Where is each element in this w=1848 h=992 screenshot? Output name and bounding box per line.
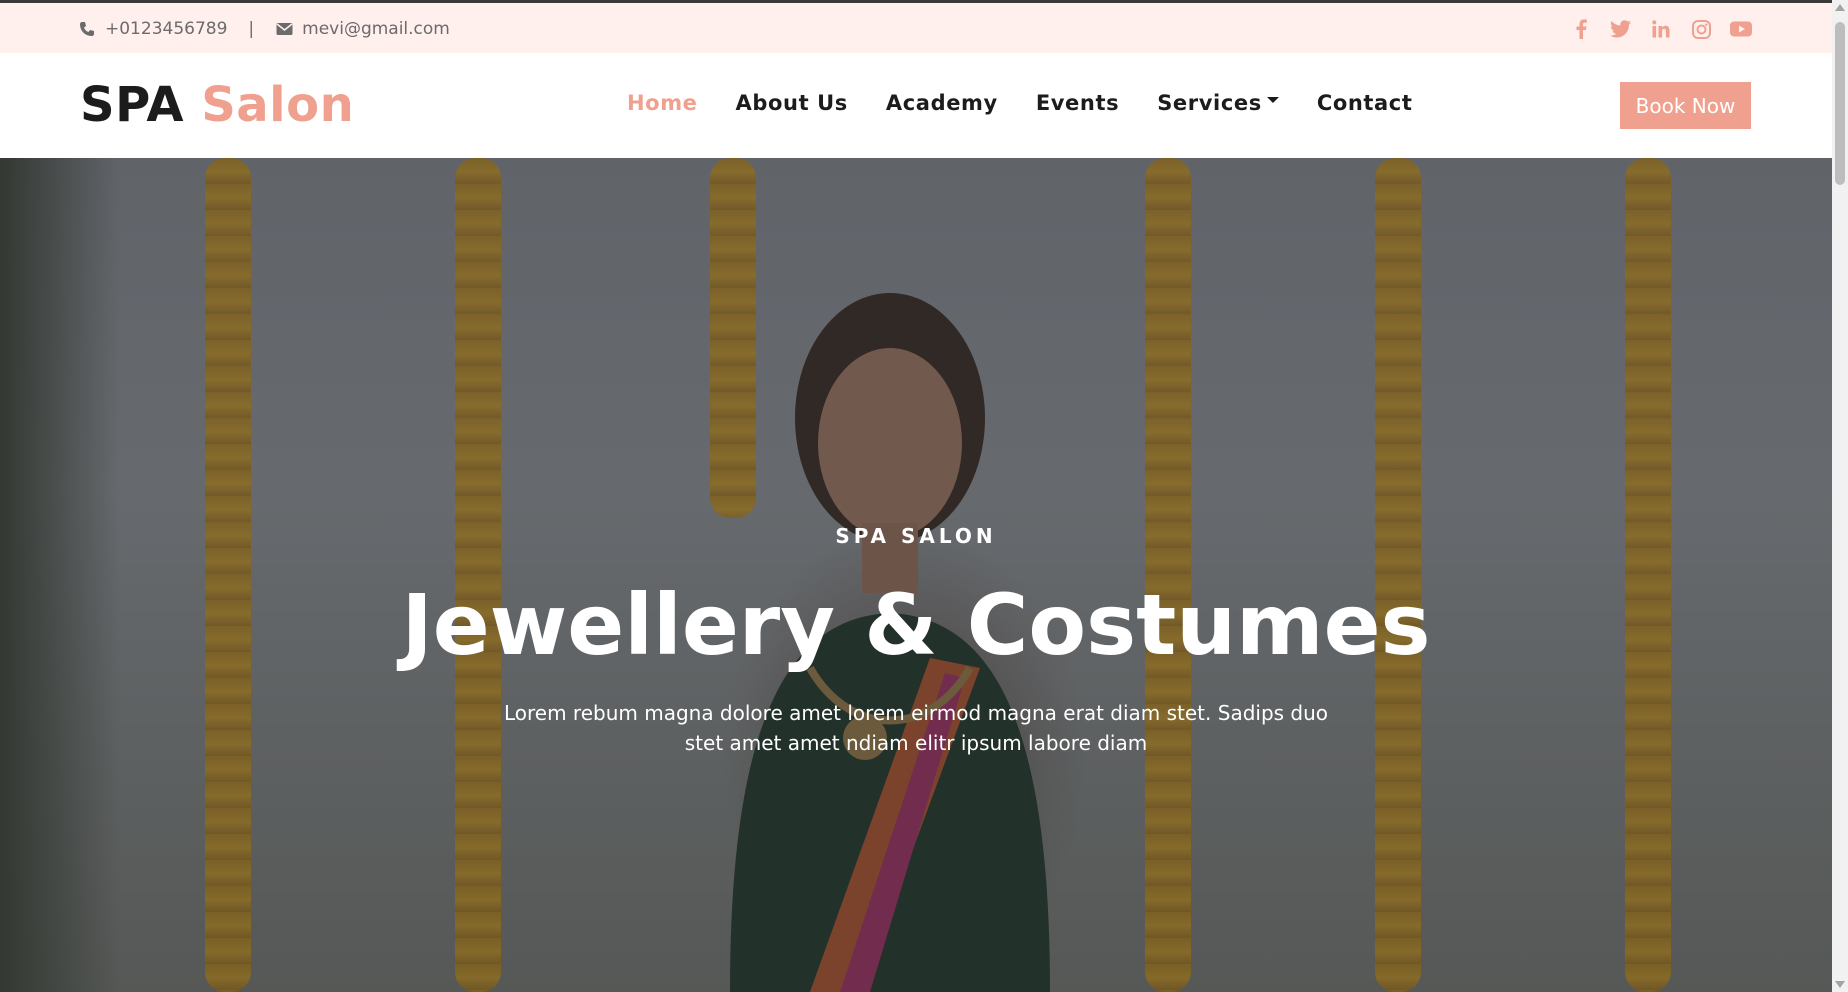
contact-info: +0123456789 | mevi@gmail.com [78, 19, 450, 39]
email-address[interactable]: mevi@gmail.com [302, 19, 450, 39]
twitter-icon[interactable] [1610, 18, 1632, 40]
nav-item-home[interactable]: Home [627, 91, 698, 115]
scrollbar-thumb[interactable] [1835, 22, 1845, 185]
hero-headline: Jewellery & Costumes [401, 576, 1431, 674]
brand-salon: Salon [201, 77, 355, 133]
hero-eyebrow: SPA SALON [835, 524, 997, 548]
brand-logo[interactable]: SPA Salon [80, 77, 354, 133]
nav-item-academy[interactable]: Academy [886, 91, 998, 115]
caret-down-icon [1266, 97, 1279, 103]
nav-item-services-label: Services [1157, 91, 1262, 115]
main-nav: Home About Us Academy Events Services Co… [627, 91, 1451, 115]
hero-content: SPA SALON Jewellery & Costumes Lorem reb… [0, 158, 1832, 992]
vertical-scrollbar[interactable] [1832, 0, 1848, 992]
youtube-icon[interactable] [1730, 18, 1752, 40]
contact-separator: | [248, 19, 255, 39]
phone-number[interactable]: +0123456789 [105, 19, 227, 39]
hero-banner: SPA SALON Jewellery & Costumes Lorem reb… [0, 158, 1832, 992]
nav-item-services[interactable]: Services [1157, 91, 1279, 115]
hero-subtitle: Lorem rebum magna dolore amet lorem eirm… [503, 701, 1329, 755]
book-now-button[interactable]: Book Now [1620, 82, 1751, 129]
page: +0123456789 | mevi@gmail.com SPA Salon H… [0, 0, 1832, 992]
top-bar: +0123456789 | mevi@gmail.com [0, 0, 1832, 53]
nav-item-events[interactable]: Events [1036, 91, 1119, 115]
phone-icon [78, 20, 96, 38]
social-links [1570, 18, 1752, 40]
envelope-icon [275, 20, 293, 38]
brand-spa: SPA [80, 77, 184, 133]
scroll-up-arrow-icon[interactable] [1835, 4, 1845, 11]
facebook-icon[interactable] [1570, 18, 1592, 40]
nav-item-about-us[interactable]: About Us [736, 91, 848, 115]
instagram-icon[interactable] [1690, 18, 1712, 40]
nav-item-contact[interactable]: Contact [1317, 91, 1413, 115]
navbar: SPA Salon Home About Us Academy Events S… [0, 53, 1832, 158]
scroll-down-arrow-icon[interactable] [1835, 981, 1845, 988]
linkedin-icon[interactable] [1650, 18, 1672, 40]
